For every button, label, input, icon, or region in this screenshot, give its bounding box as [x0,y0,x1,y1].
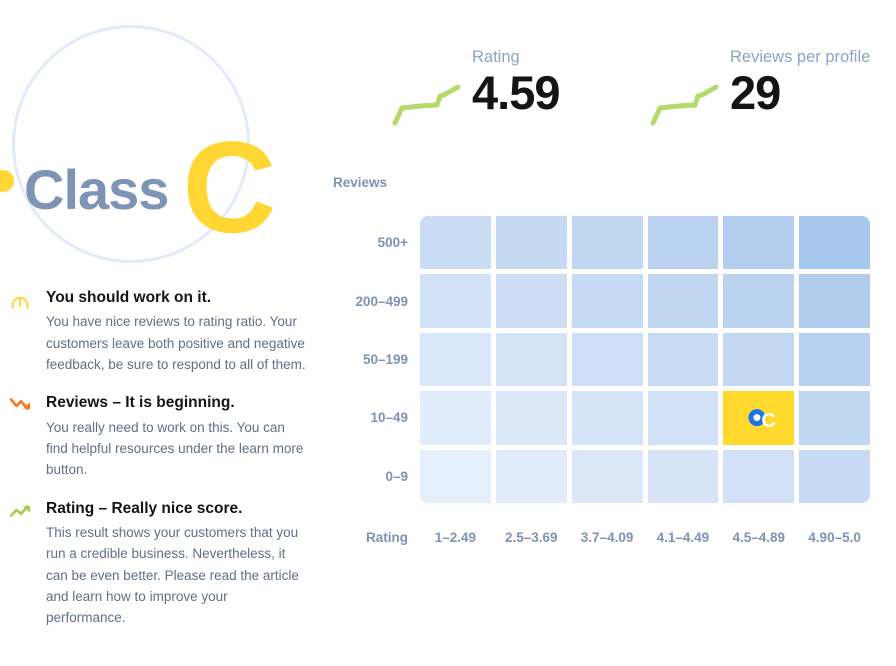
heatmap-x-axis-labels: 1–2.49 2.5–3.69 3.7–4.09 4.1–4.49 4.5–4.89 4.… [420,530,870,545]
heatmap-grid: C [420,216,870,503]
heatmap-cell[interactable] [571,274,643,328]
metric-reviews-value: 29 [730,66,781,120]
heatmap-y-axis-title: Reviews [333,175,388,190]
advice-description: This result shows your customers that yo… [46,525,299,626]
heatmap-cell[interactable] [420,216,491,270]
heatmap-cell[interactable]: C [723,391,795,445]
advice-description: You have nice reviews to rating ratio. Y… [46,314,306,373]
heatmap-cell[interactable] [495,332,567,387]
advice-item: You should work on it. You have nice rev… [10,288,310,375]
heatmap-cell[interactable] [571,449,643,503]
sparkline-up-icon [650,84,720,131]
badge-letter: C [182,114,277,260]
heatmap-x-label: 4.90–5.0 [808,530,861,545]
heatmap-cell[interactable] [420,391,491,445]
heatmap-cell[interactable] [420,332,491,387]
heatmap-cell[interactable] [723,216,795,270]
heatmap-cell[interactable] [647,332,719,387]
heatmap-y-label: 50–199 [362,351,408,367]
heatmap-x-label: 1–2.49 [434,530,477,545]
metric-rating-label: Rating [472,48,520,66]
gauge-icon [10,288,46,375]
advice-description: You really need to work on this. You can… [46,419,304,478]
heatmap-cell[interactable] [495,449,567,503]
heatmap-cell[interactable] [799,391,870,445]
heatmap-cell[interactable] [799,449,870,503]
heatmap-cell[interactable] [495,216,567,270]
heatmap-cell[interactable] [571,332,643,387]
metric-reviews-label: Reviews per profile [730,48,871,66]
heatmap-x-axis-title: Rating [366,530,408,545]
heatmap-cell[interactable] [647,449,719,503]
heatmap-cell[interactable] [799,332,870,387]
badge-dot-icon [0,170,14,192]
badge-text: Class C [24,122,276,252]
advice-title: Reviews – It is beginning. [46,394,235,412]
sparkline-up-icon [392,84,462,131]
heatmap-cell[interactable] [571,391,643,445]
heatmap-cell[interactable] [420,274,491,328]
heatmap-cell[interactable] [723,449,795,503]
heatmap-cell[interactable] [647,391,719,445]
heatmap-y-label: 0–9 [385,468,408,484]
heatmap-y-label: 200–499 [355,293,408,309]
heatmap-cell[interactable] [420,449,491,503]
heatmap-y-label: 10–49 [370,410,408,426]
heatmap-cell[interactable] [799,274,870,328]
heatmap-x-label: 2.5–3.69 [504,530,558,545]
advice-title: You should work on it. [46,289,212,306]
metric-rating-value: 4.59 [472,66,560,120]
heatmap-position-label: C [761,410,776,433]
metric-reviews-per-profile: Reviews per profile 29 [650,48,870,131]
advice-list: You should work on it. You have nice rev… [9,288,310,647]
score-report-page: Class C Rating 4.59 Reviews per profile … [0,0,896,666]
advice-item: Rating – Really nice score. This result … [9,499,310,629]
heatmap-y-axis-labels: 500+ 200–499 50–199 10–49 0–9 [300,216,408,503]
heatmap-x-label: 4.1–4.49 [656,530,710,545]
heatmap-cell[interactable] [571,216,643,270]
advice-title: Rating – Really nice score. [46,499,243,517]
metric-rating: Rating 4.59 [392,48,560,131]
heatmap-cell[interactable] [723,274,795,328]
heatmap-cell[interactable] [647,274,719,328]
trend-up-icon [9,499,46,629]
heatmap-cell[interactable] [647,216,719,270]
heatmap-x-label: 3.7–4.09 [580,530,634,545]
badge-word: Class [24,158,169,222]
heatmap-cell[interactable] [723,332,795,387]
trend-down-icon [9,393,46,480]
heatmap-cell[interactable] [799,216,870,270]
heatmap-y-label: 500+ [377,235,408,251]
heatmap-cell[interactable] [495,391,567,445]
advice-item: Reviews – It is beginning. You really ne… [9,393,310,480]
heatmap-x-label: 4.5–4.89 [732,530,786,545]
heatmap-cell[interactable] [495,274,567,328]
